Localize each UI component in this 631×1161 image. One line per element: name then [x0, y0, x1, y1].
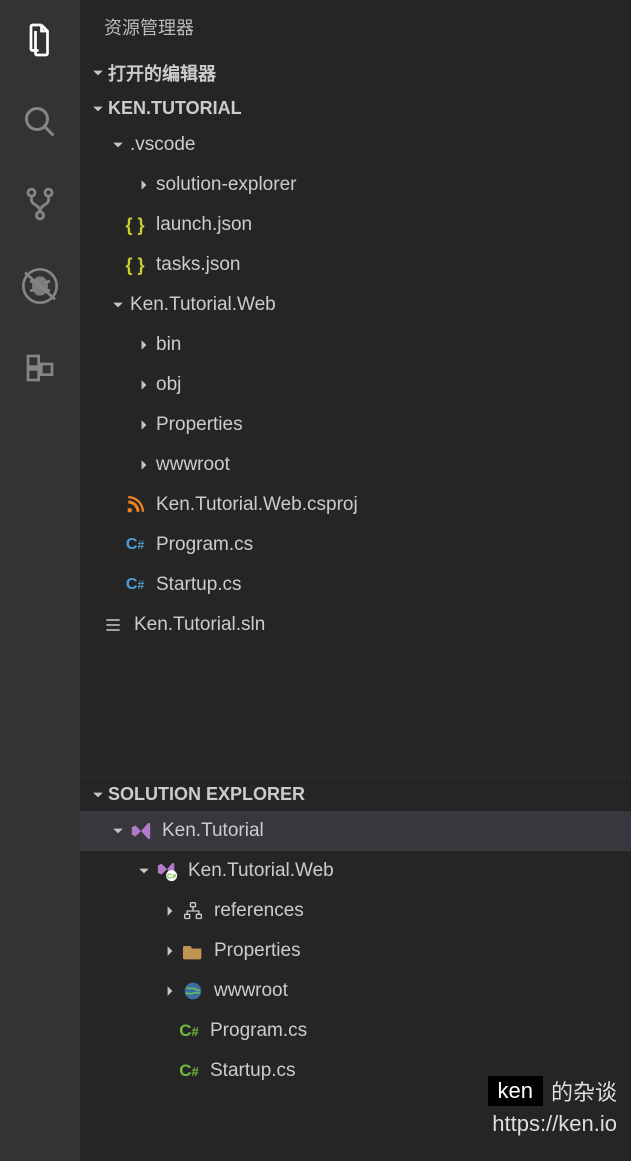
svg-text:C#: C#	[167, 871, 176, 880]
file-csproj[interactable]: Ken.Tutorial.Web.csproj	[80, 485, 631, 525]
globe-icon	[182, 980, 204, 1002]
chevron-right-icon	[136, 179, 152, 191]
folder-label: obj	[156, 374, 181, 396]
folder-bin[interactable]: bin	[80, 325, 631, 365]
csharp-icon: C#	[178, 1060, 200, 1082]
explorer-sidebar: 资源管理器 打开的编辑器 KEN.TUTORIAL .vscode s	[80, 0, 631, 1161]
rss-icon	[124, 494, 146, 516]
file-label: Program.cs	[210, 1020, 307, 1042]
solution-tree: Ken.Tutorial C# Ken.Tutorial.Web	[80, 811, 631, 1161]
extensions-icon[interactable]	[20, 348, 60, 388]
chevron-down-icon	[90, 789, 106, 801]
folder-icon	[182, 940, 204, 962]
csharp-icon: C#	[124, 574, 146, 596]
solution-references[interactable]: references	[80, 891, 631, 931]
csharp-icon: C#	[178, 1020, 200, 1042]
sidebar-title: 资源管理器	[80, 0, 631, 54]
folder-solution-explorer[interactable]: solution-explorer	[80, 165, 631, 205]
folder-properties[interactable]: Properties	[80, 405, 631, 445]
debug-icon[interactable]	[20, 266, 60, 306]
solution-explorer-header[interactable]: SOLUTION EXPLORER	[80, 778, 631, 811]
solution-program-cs[interactable]: C# Program.cs	[80, 1011, 631, 1051]
solution-label: Ken.Tutorial	[162, 820, 264, 842]
file-tree: .vscode solution-explorer { } launch.jso…	[80, 125, 631, 645]
activity-bar	[0, 0, 80, 1161]
folder-label: wwwroot	[156, 454, 230, 476]
chevron-down-icon	[110, 139, 126, 151]
folder-ken-tutorial-web[interactable]: Ken.Tutorial.Web	[80, 285, 631, 325]
folder-label: solution-explorer	[156, 174, 296, 196]
spacer	[80, 645, 631, 775]
chevron-down-icon	[90, 67, 106, 79]
project-header[interactable]: KEN.TUTORIAL	[80, 92, 631, 125]
file-program-cs[interactable]: C# Program.cs	[80, 525, 631, 565]
file-label: Startup.cs	[210, 1060, 296, 1082]
csharp-icon: C#	[124, 534, 146, 556]
open-editors-header[interactable]: 打开的编辑器	[80, 54, 631, 92]
file-label: Ken.Tutorial.Web.csproj	[156, 494, 358, 516]
chevron-right-icon	[136, 379, 152, 391]
folder-label: bin	[156, 334, 181, 356]
explorer-icon[interactable]	[20, 20, 60, 60]
file-sln[interactable]: Ken.Tutorial.sln	[80, 605, 631, 645]
file-label: Program.cs	[156, 534, 253, 556]
solution-startup-cs[interactable]: C# Startup.cs	[80, 1051, 631, 1091]
chevron-down-icon	[110, 825, 126, 837]
file-startup-cs[interactable]: C# Startup.cs	[80, 565, 631, 605]
file-label: Ken.Tutorial.sln	[134, 614, 265, 636]
folder-obj[interactable]: obj	[80, 365, 631, 405]
folder-label: Ken.Tutorial.Web	[130, 294, 276, 316]
json-icon: { }	[124, 254, 146, 276]
solution-explorer-label: SOLUTION EXPLORER	[108, 784, 305, 805]
open-editors-label: 打开的编辑器	[108, 60, 216, 86]
solution-project-web[interactable]: C# Ken.Tutorial.Web	[80, 851, 631, 891]
file-label: launch.json	[156, 214, 252, 236]
chevron-right-icon	[162, 905, 178, 917]
file-launch-json[interactable]: { } launch.json	[80, 205, 631, 245]
vs-icon	[130, 820, 152, 842]
search-icon[interactable]	[20, 102, 60, 142]
chevron-right-icon	[136, 339, 152, 351]
folder-label: Properties	[156, 414, 243, 436]
file-label: tasks.json	[156, 254, 240, 276]
folder-label: .vscode	[130, 134, 195, 156]
references-icon	[182, 900, 204, 922]
json-icon: { }	[124, 214, 146, 236]
chevron-down-icon	[136, 865, 152, 877]
source-control-icon[interactable]	[20, 184, 60, 224]
chevron-right-icon	[162, 985, 178, 997]
solution-wwwroot[interactable]: wwwroot	[80, 971, 631, 1011]
file-label: Startup.cs	[156, 574, 242, 596]
project-label: Ken.Tutorial.Web	[188, 860, 334, 882]
solution-root[interactable]: Ken.Tutorial	[80, 811, 631, 851]
folder-label: wwwroot	[214, 980, 288, 1002]
folder-wwwroot[interactable]: wwwroot	[80, 445, 631, 485]
chevron-right-icon	[136, 419, 152, 431]
chevron-down-icon	[110, 299, 126, 311]
folder-label: Properties	[214, 940, 301, 962]
folder-vscode[interactable]: .vscode	[80, 125, 631, 165]
chevron-down-icon	[90, 103, 106, 115]
csproj-icon: C#	[156, 860, 178, 882]
chevron-right-icon	[136, 459, 152, 471]
references-label: references	[214, 900, 304, 922]
sln-icon	[102, 614, 124, 636]
file-tasks-json[interactable]: { } tasks.json	[80, 245, 631, 285]
solution-properties[interactable]: Properties	[80, 931, 631, 971]
chevron-right-icon	[162, 945, 178, 957]
project-label: KEN.TUTORIAL	[108, 98, 242, 119]
